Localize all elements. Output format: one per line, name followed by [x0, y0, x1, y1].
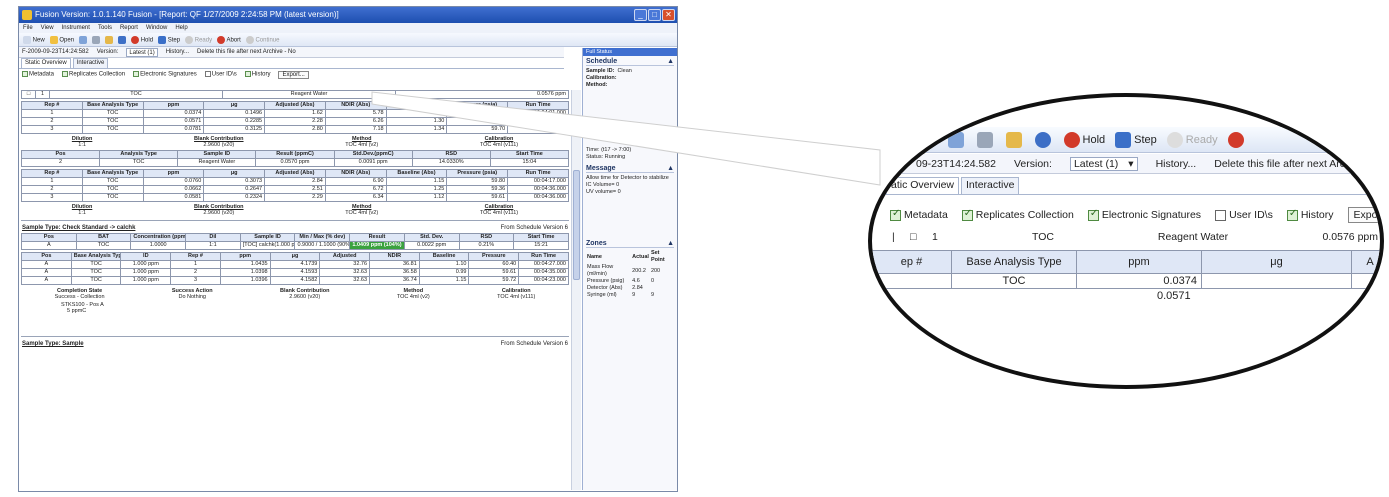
zoom-ready-button[interactable]: Ready — [1166, 131, 1218, 148]
zoom-tabs: atic Overview Interactive — [872, 177, 1380, 195]
print-icon[interactable] — [976, 131, 993, 148]
zoom-row-checkbox[interactable]: □ — [910, 231, 932, 243]
help-icon[interactable] — [1034, 131, 1051, 148]
zoom-options-row: Metadata Replicates Collection Electroni… — [872, 206, 1380, 224]
zoom-export-dropdown[interactable]: Export... — [1347, 207, 1380, 223]
save-icon[interactable] — [947, 131, 964, 148]
zoom-toolbar: ▾ Hold Step Ready — [872, 127, 1380, 153]
zoom-summary-row: | □ 1 TOC Reagent Water 0.0576 ppm — [892, 231, 1378, 243]
zoom-metadata-checkbox[interactable]: Metadata — [890, 208, 948, 221]
zoom-step-button[interactable]: Step — [1115, 131, 1157, 148]
zoom-table-row: TOC 0.0374 — [872, 274, 1380, 289]
zoom-history-checkbox[interactable]: History — [1286, 208, 1334, 221]
zoom-tab-static-overview[interactable]: atic Overview — [886, 177, 960, 194]
ready-icon — [1166, 131, 1183, 148]
hold-icon — [1063, 131, 1080, 148]
zoom-table-header: ep # Base Analysis Type ppm μg A — [872, 250, 1380, 274]
abort-icon[interactable] — [1227, 131, 1244, 148]
zoom-version-select[interactable]: Latest (1) ▾ — [1069, 156, 1138, 171]
chevron-down-icon: ▾ — [1128, 157, 1134, 170]
report-icon[interactable] — [1005, 131, 1022, 148]
zoom-table-row-partial: 0.0571 — [1157, 290, 1191, 302]
zoom-tab-interactive[interactable]: Interactive — [961, 177, 1020, 194]
zoom-replicates-checkbox[interactable]: Replicates Collection — [961, 208, 1074, 221]
zoom-history-link[interactable]: History... — [1156, 158, 1197, 170]
zoom-version-bar: 09-23T14:24.582 Version: Latest (1) ▾ His… — [872, 154, 1380, 174]
zoom-signatures-checkbox[interactable]: Electronic Signatures — [1087, 208, 1201, 221]
zoom-userid-checkbox[interactable]: User ID\s — [1215, 209, 1273, 221]
zoom-archive-note: Delete this file after next Archive — [1214, 157, 1365, 170]
zoom-hold-button[interactable]: Hold — [1063, 131, 1105, 148]
zoom-callout: ▾ Hold Step Ready 09-23T14:24.582 Versio… — [868, 93, 1384, 389]
step-icon — [1115, 131, 1132, 148]
